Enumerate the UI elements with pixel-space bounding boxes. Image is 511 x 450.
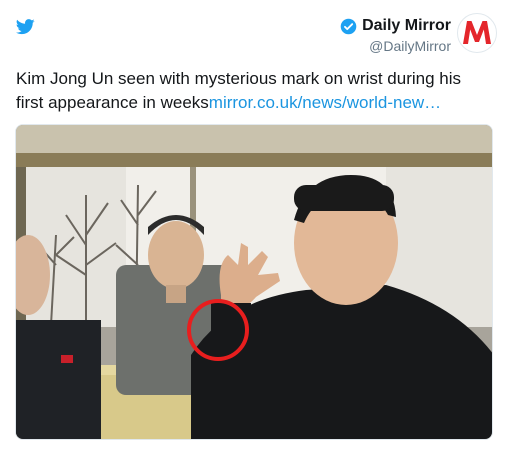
- tweet-text: Kim Jong Un seen with mysterious mark on…: [16, 67, 486, 115]
- mirror-logo-icon: [459, 15, 495, 51]
- tweet-photo[interactable]: [15, 124, 493, 440]
- display-name[interactable]: Daily Mirror: [362, 16, 451, 36]
- account-handle[interactable]: @DailyMirror: [340, 37, 451, 55]
- twitter-bird-icon[interactable]: [15, 19, 35, 35]
- avatar[interactable]: [457, 13, 497, 53]
- tweet-embed-card: Daily Mirror @DailyMirror Kim Jong Un se…: [0, 0, 511, 450]
- tweet-link[interactable]: mirror.co.uk/news/world-new…: [209, 93, 441, 112]
- account-info[interactable]: Daily Mirror @DailyMirror: [340, 16, 451, 55]
- verified-badge-icon: [340, 18, 357, 35]
